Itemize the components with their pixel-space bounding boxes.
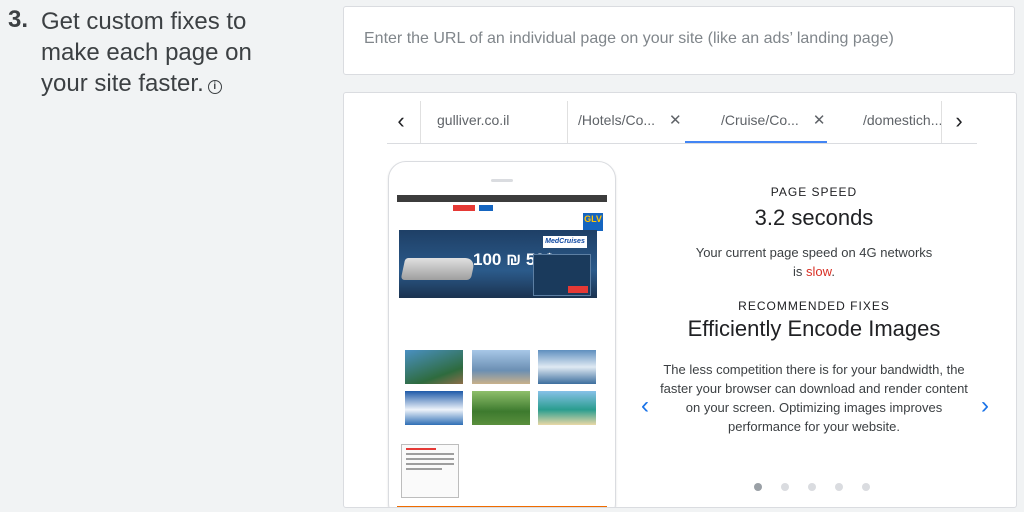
- chevron-left-icon[interactable]: ‹: [391, 110, 411, 133]
- destination-thumbnail: [472, 350, 530, 384]
- text-line: [406, 458, 454, 460]
- chevron-right-icon[interactable]: ›: [949, 110, 969, 133]
- site-footer-bar: [397, 506, 607, 507]
- close-icon[interactable]: ✕: [813, 112, 826, 129]
- close-icon[interactable]: ✕: [669, 112, 682, 129]
- step-title: Get custom fixes to make each page on yo…: [41, 6, 252, 99]
- site-hero-banner: 100 ₪ 50$ MedCruises: [399, 230, 597, 298]
- tab-divider: [567, 101, 568, 143]
- text-line: [406, 463, 454, 465]
- carousel-dot[interactable]: [835, 483, 843, 491]
- tab-gulliver[interactable]: gulliver.co.il: [437, 101, 509, 143]
- site-nav: [397, 204, 607, 212]
- tab-label: gulliver.co.il: [437, 112, 510, 128]
- step-title-line-text: your site faster.: [41, 70, 204, 97]
- fix-description: The less competition there is for your b…: [660, 362, 968, 434]
- text-line: [406, 468, 442, 470]
- carousel-dots: [624, 481, 1004, 493]
- site-logo: GLV: [583, 213, 603, 231]
- site-text-box: [401, 444, 459, 498]
- tab-label: /domestich...: [863, 112, 942, 128]
- fix-title: Efficiently Encode Images: [687, 316, 941, 341]
- carousel-dot[interactable]: [754, 483, 762, 491]
- site-nav-button: [479, 205, 493, 211]
- speed-desc-prefix: is: [793, 264, 803, 279]
- results-card: ‹ gulliver.co.il /Hotels/Co... ✕ /Cruise/…: [343, 92, 1017, 508]
- tab-hotels[interactable]: /Hotels/Co... ✕: [578, 101, 682, 143]
- tab-domestic[interactable]: /domestich...: [863, 101, 942, 143]
- page-speed-value: 3.2 seconds: [754, 205, 874, 230]
- destination-thumbnail: [538, 391, 596, 425]
- text-line: [406, 448, 436, 450]
- speed-desc-line: is slow.: [624, 262, 1004, 281]
- destination-thumbnail: [538, 350, 596, 384]
- tab-label: /Cruise/Co...: [721, 112, 799, 128]
- destination-thumbnail: [405, 350, 463, 384]
- step-title-line: Get custom fixes to: [41, 8, 247, 35]
- recommended-fixes-label: RECOMMENDED FIXES: [738, 299, 890, 313]
- destination-thumbnail: [405, 391, 463, 425]
- tab-label: /Hotels/Co...: [578, 112, 656, 128]
- url-input[interactable]: [362, 29, 986, 49]
- site-nav-button: [453, 205, 475, 211]
- destination-thumbnail: [472, 391, 530, 425]
- speed-status: slow: [806, 264, 832, 279]
- hero-badge: MedCruises: [543, 236, 587, 248]
- tab-cruise[interactable]: /Cruise/Co... ✕: [685, 101, 827, 143]
- site-topbar: [397, 195, 607, 202]
- page-tabs: ‹ gulliver.co.il /Hotels/Co... ✕ /Cruise/…: [387, 101, 977, 144]
- speed-desc-line: Your current page speed on 4G networks: [695, 245, 933, 260]
- carousel-dot[interactable]: [781, 483, 789, 491]
- cruise-ship-image: [400, 258, 476, 280]
- tabs-strip: gulliver.co.il /Hotels/Co... ✕ /Cruise/Co…: [420, 101, 942, 143]
- url-input-container[interactable]: [343, 6, 1015, 75]
- tab-divider: [420, 101, 421, 143]
- page-screenshot: GLV 100 ₪ 50$ MedCruises: [397, 195, 607, 507]
- speed-desc-suffix: .: [831, 264, 835, 279]
- step-title-line: your site faster. i: [41, 68, 252, 99]
- step-number: 3.: [8, 6, 29, 33]
- info-icon[interactable]: i: [207, 80, 222, 94]
- phone-speaker: [491, 179, 513, 182]
- chevron-left-icon[interactable]: ‹: [634, 394, 656, 418]
- carousel-dot[interactable]: [808, 483, 816, 491]
- hero-form-button: [568, 286, 588, 293]
- page-speed-label: PAGE SPEED: [770, 185, 858, 199]
- tab-divider: [941, 101, 942, 143]
- step-title-line: make each page on: [41, 39, 252, 66]
- page-speed-description: Your current page speed on 4G networks i…: [624, 243, 1004, 281]
- chevron-right-icon[interactable]: ›: [974, 394, 996, 418]
- hero-search-form: [533, 254, 591, 296]
- phone-preview: GLV 100 ₪ 50$ MedCruises: [388, 161, 616, 507]
- text-line: [406, 453, 454, 455]
- carousel-dot[interactable]: [862, 483, 870, 491]
